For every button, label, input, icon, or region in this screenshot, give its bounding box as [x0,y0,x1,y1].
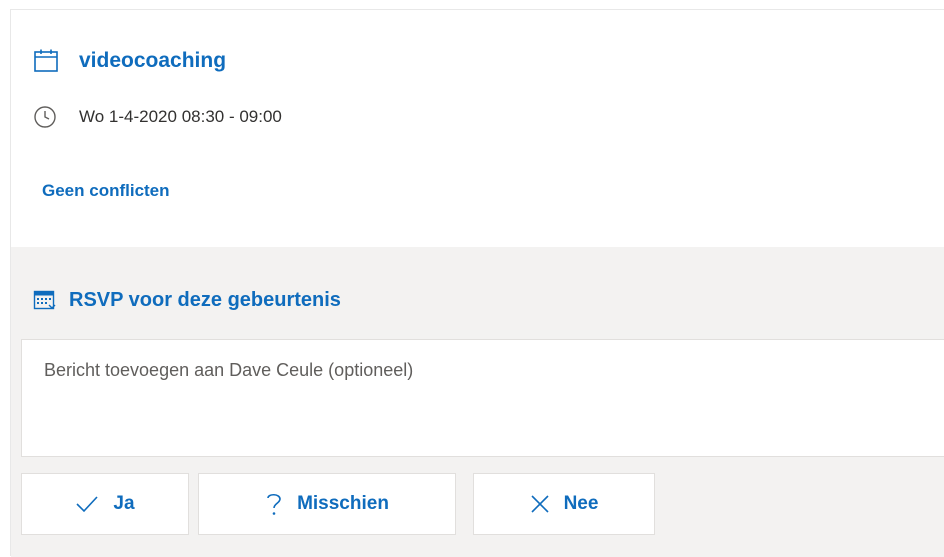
event-time-row: Wo 1-4-2020 08:30 - 09:00 [33,104,282,130]
accept-button[interactable]: Ja [21,473,189,535]
decline-label: Nee [563,493,599,514]
clock-icon [33,105,57,129]
tentative-button[interactable]: Misschien [198,473,456,535]
rsvp-message-input[interactable]: Bericht toevoegen aan Dave Ceule (option… [21,339,944,457]
checkmark-icon [75,494,99,514]
event-card: videocoaching Wo 1-4-2020 08:30 - 09:00 … [10,9,944,557]
calendar-icon [33,48,59,74]
event-title-row: videocoaching [33,45,226,77]
event-title-link[interactable]: videocoaching [79,49,226,73]
event-time: Wo 1-4-2020 08:30 - 09:00 [79,107,282,126]
conflicts-link[interactable]: Geen conflicten [42,181,170,201]
conflicts-row: Geen conflicten [42,178,170,204]
tentative-label: Misschien [297,493,389,514]
question-icon [265,491,283,517]
decline-button[interactable]: Nee [473,473,655,535]
rsvp-heading: RSVP voor deze gebeurtenis [69,288,341,311]
event-details: videocoaching Wo 1-4-2020 08:30 - 09:00 … [11,10,944,247]
accept-label: Ja [113,493,135,514]
rsvp-calendar-icon [33,288,57,312]
rsvp-heading-row: RSVP voor deze gebeurtenis [33,284,341,316]
x-icon [530,494,550,514]
